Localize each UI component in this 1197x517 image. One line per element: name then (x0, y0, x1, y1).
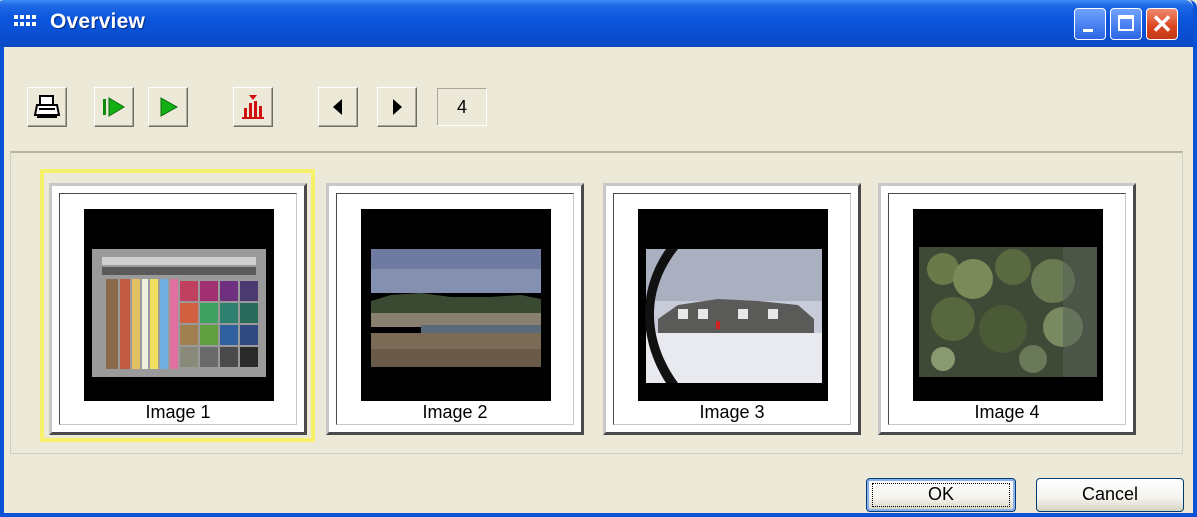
histogram-button[interactable] (233, 87, 273, 127)
app-icon (14, 13, 40, 31)
cancel-button-label: Cancel (1081, 484, 1139, 504)
window-title: Overview (50, 10, 145, 33)
play-icon (160, 97, 179, 117)
play-button[interactable] (148, 87, 188, 127)
image-3-preview (638, 209, 828, 401)
thumbnail-label: Image 2 (422, 402, 488, 422)
printer-icon (33, 95, 61, 118)
image-count-field: 4 (437, 88, 487, 126)
cancel-button[interactable]: Cancel (1036, 478, 1184, 512)
print-button[interactable] (27, 87, 67, 127)
title-bar[interactable]: Overview ✕ (0, 0, 1193, 47)
thumbnail-image-2[interactable]: Image 2 (326, 183, 584, 435)
previous-button[interactable] (318, 87, 358, 127)
maximize-button[interactable] (1110, 8, 1142, 40)
image-4-preview (913, 209, 1103, 401)
close-icon: ✕ (1151, 9, 1173, 39)
minimize-icon (1083, 29, 1093, 32)
thumbnail-image-1[interactable]: Image 1 (49, 183, 307, 435)
histogram-icon (242, 95, 264, 119)
minimize-button[interactable] (1074, 8, 1106, 40)
thumbnail-label: Image 4 (974, 402, 1040, 422)
play-from-start-button[interactable] (94, 87, 134, 127)
close-button[interactable]: ✕ (1146, 8, 1178, 40)
focus-rectangle (872, 483, 1010, 507)
maximize-icon (1118, 15, 1134, 31)
next-button[interactable] (377, 87, 417, 127)
ok-button[interactable]: OK (866, 478, 1016, 512)
arrow-right-icon (393, 99, 402, 115)
image-2-preview (361, 209, 551, 401)
thumbnail-label: Image 3 (699, 402, 765, 422)
thumbnail-image-4[interactable]: Image 4 (878, 183, 1136, 435)
play-from-start-icon (103, 97, 125, 117)
image-1-preview (84, 209, 274, 401)
thumbnail-label: Image 1 (145, 402, 211, 422)
thumbnail-image-3[interactable]: Image 3 (603, 183, 861, 435)
arrow-left-icon (333, 99, 342, 115)
